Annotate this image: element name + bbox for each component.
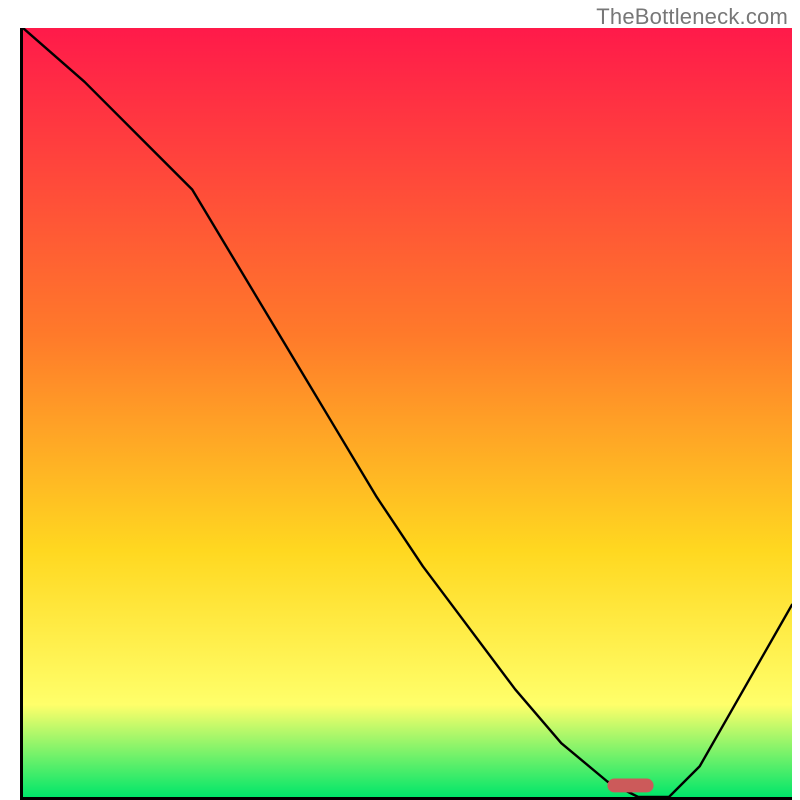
optimal-marker — [607, 779, 653, 793]
gradient-background — [23, 28, 792, 797]
bottleneck-curve-chart — [23, 28, 792, 797]
watermark-text: TheBottleneck.com — [596, 4, 788, 30]
chart-stage: TheBottleneck.com — [0, 0, 800, 800]
plot-area — [20, 28, 792, 800]
